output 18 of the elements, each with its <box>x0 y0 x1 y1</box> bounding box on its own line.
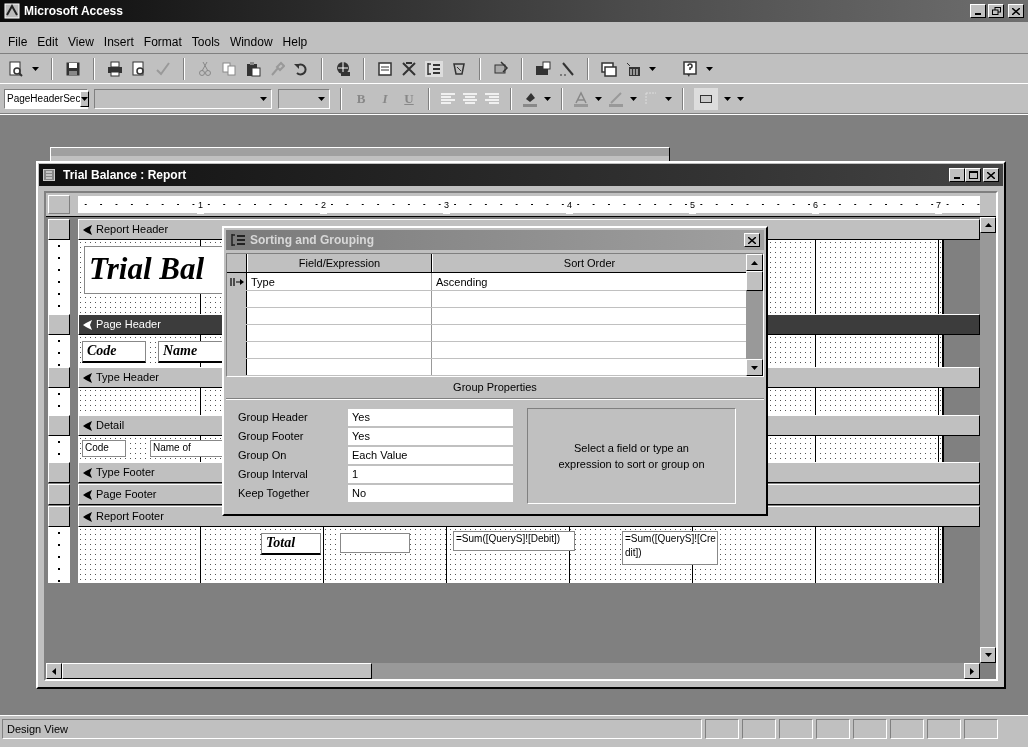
section-label: Page Header <box>96 317 161 333</box>
dialog-title: Sorting and Grouping <box>250 232 374 249</box>
section-label: Type Header <box>96 370 159 386</box>
window-title: Trial Balance : Report <box>63 167 187 184</box>
app-title: Microsoft Access <box>24 3 123 20</box>
property-label: Group Interval <box>238 466 309 482</box>
section-label: Type Footer <box>96 465 155 481</box>
status-text: Design View <box>2 718 702 739</box>
section-label: Detail <box>96 418 125 434</box>
section-label: Report Header <box>96 222 169 238</box>
group-properties-heading: Group Properties <box>453 380 537 396</box>
hint-text: Select a field or type an expression to sort or group on <box>557 441 706 472</box>
section-label: Report Footer <box>96 509 164 525</box>
property-label: Group Footer <box>238 428 305 444</box>
section-label: Page Footer <box>96 487 157 503</box>
property-label: Group On <box>238 447 288 463</box>
property-label: Keep Together <box>238 485 311 501</box>
property-label: Group Header <box>238 409 309 425</box>
